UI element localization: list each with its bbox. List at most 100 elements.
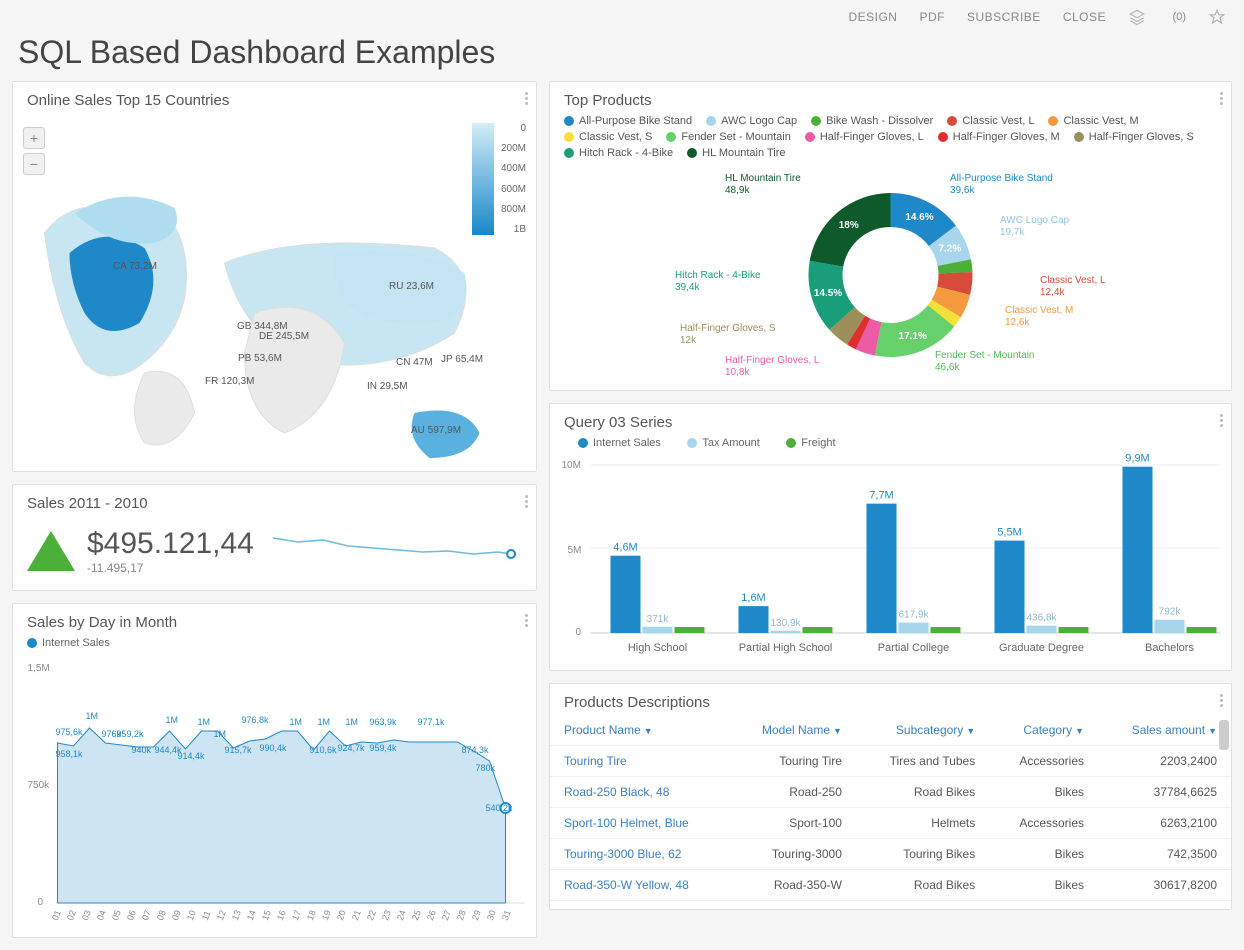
panel-kpi: Sales 2011 - 2010 $495.121,44 -11.495,17 (12, 484, 537, 591)
kpi-delta: -11.495,17 (87, 561, 254, 575)
svg-text:5,5M: 5,5M (997, 527, 1021, 539)
nav-close[interactable]: CLOSE (1063, 10, 1106, 24)
col-subcategory[interactable]: Subcategory▼ (856, 715, 989, 746)
svg-text:1M: 1M (198, 717, 211, 727)
cell-subcat: Road Bikes (856, 777, 989, 808)
col-model-name[interactable]: Model Name▼ (729, 715, 856, 746)
cell-product[interactable]: Touring-3000 Blue, 62 (550, 839, 729, 870)
cell-cat: Accessories (989, 746, 1098, 777)
cell-product[interactable]: Sport-100 Helmet, Blue (550, 808, 729, 839)
panel-table: Products Descriptions Product Name▼ Mode… (549, 683, 1232, 910)
svg-text:910,6k: 910,6k (310, 745, 338, 755)
nav-design[interactable]: DESIGN (848, 10, 897, 24)
cell-subcat: Road Bikes (856, 870, 989, 901)
svg-text:10: 10 (185, 909, 198, 922)
nav-pdf[interactable]: PDF (919, 10, 945, 24)
svg-text:0: 0 (576, 627, 582, 638)
svg-text:Graduate Degree: Graduate Degree (999, 642, 1084, 654)
donut-chart[interactable]: 14.6%7.2%17.1%14.5%18% All-Purpose Bike … (550, 165, 1231, 385)
map-title: Online Sales Top 15 Countries (13, 82, 536, 113)
svg-text:29: 29 (470, 909, 483, 922)
comments-icon[interactable]: (0) (1168, 8, 1186, 26)
legend-item: Bike Wash - Dissolver (811, 115, 933, 127)
svg-text:540,2k: 540,2k (486, 803, 514, 813)
svg-text:963,9k: 963,9k (370, 717, 398, 727)
panel-menu-icon[interactable] (1220, 692, 1223, 709)
cell-product[interactable]: Touring Tire (550, 746, 729, 777)
svg-text:977,1k: 977,1k (418, 717, 446, 727)
svg-text:1M: 1M (318, 717, 331, 727)
map-label: AU 597,9M (411, 425, 461, 436)
svg-text:11: 11 (200, 909, 213, 921)
panel-area-chart: Sales by Day in Month Internet Sales 1,5… (12, 603, 537, 938)
svg-text:04: 04 (95, 909, 108, 922)
svg-text:26: 26 (425, 909, 438, 922)
cell-amount: 742,3500 (1098, 839, 1231, 870)
svg-text:617,9k: 617,9k (898, 610, 929, 621)
cell-model: Sport-100 (729, 808, 856, 839)
sort-icon: ▼ (644, 726, 653, 736)
panel-menu-icon[interactable] (1220, 412, 1223, 429)
zoom-in-button[interactable]: + (23, 127, 45, 149)
svg-text:940k: 940k (132, 745, 152, 755)
nav-subscribe[interactable]: SUBSCRIBE (967, 10, 1041, 24)
svg-text:1M: 1M (86, 711, 99, 721)
svg-text:25: 25 (410, 909, 423, 922)
cell-cat: Bikes (989, 870, 1098, 901)
col-sales-amount[interactable]: Sales amount▼ (1098, 715, 1231, 746)
svg-text:17.1%: 17.1% (899, 331, 927, 342)
sort-icon: ▼ (1075, 726, 1084, 736)
panel-menu-icon[interactable] (1220, 90, 1223, 107)
svg-text:874,3k: 874,3k (462, 745, 490, 755)
bar-chart[interactable]: 10M 5M 0 4,6M371kHigh School1,6M130,9kPa… (550, 453, 1231, 663)
cell-product[interactable]: Road-350-W Yellow, 48 (550, 870, 729, 901)
slice-label: Classic Vest, L12,4k (1040, 275, 1106, 299)
svg-text:07: 07 (140, 909, 153, 922)
panel-menu-icon[interactable] (525, 612, 528, 629)
table-row[interactable]: Touring TireTouring TireTires and TubesA… (550, 746, 1231, 777)
cell-model: Road-350-W (729, 870, 856, 901)
panel-menu-icon[interactable] (525, 90, 528, 107)
cell-model: Touring-3000 (729, 839, 856, 870)
cell-amount: 6263,2100 (1098, 808, 1231, 839)
svg-text:12: 12 (215, 909, 228, 922)
scrollbar[interactable] (1219, 720, 1229, 750)
star-icon[interactable] (1208, 8, 1226, 26)
slice-label: HL Mountain Tire48,9k (725, 173, 801, 197)
svg-text:14.6%: 14.6% (905, 212, 933, 223)
map-label: PB 53,6M (238, 353, 282, 364)
table-row[interactable]: Touring-3000 Blue, 62Touring-3000Touring… (550, 839, 1231, 870)
world-map[interactable]: + − 0 200M 400M 600M 800M 1B (13, 113, 536, 471)
map-label: CA 73,2M (113, 261, 157, 272)
map-label: IN 29,5M (367, 381, 408, 392)
svg-text:27: 27 (440, 909, 453, 922)
page-title: SQL Based Dashboard Examples (0, 34, 1244, 81)
svg-text:High School: High School (628, 642, 687, 654)
panel-bar-chart: Query 03 Series Internet Sales Tax Amoun… (549, 403, 1232, 671)
legend-item: Half-Finger Gloves, S (1074, 131, 1194, 143)
table-row[interactable]: Road-350-W Yellow, 48Road-350-WRoad Bike… (550, 870, 1231, 901)
col-product-name[interactable]: Product Name▼ (550, 715, 729, 746)
legend-item: Internet Sales (578, 437, 661, 449)
cell-cat: Accessories (989, 808, 1098, 839)
cell-product[interactable]: Road-250 Black, 48 (550, 777, 729, 808)
svg-text:18%: 18% (839, 220, 859, 231)
legend-item: Fender Set - Mountain (666, 131, 790, 143)
map-canvas[interactable] (13, 113, 536, 471)
svg-text:7,7M: 7,7M (869, 490, 893, 502)
svg-text:06: 06 (125, 909, 138, 922)
svg-text:371k: 371k (647, 614, 670, 625)
panel-menu-icon[interactable] (525, 493, 528, 510)
layers-icon[interactable] (1128, 8, 1146, 26)
map-label: FR 120,3M (205, 376, 254, 387)
col-category[interactable]: Category▼ (989, 715, 1098, 746)
zoom-out-button[interactable]: − (23, 153, 45, 175)
svg-text:31: 31 (500, 909, 513, 922)
table-row[interactable]: Sport-100 Helmet, BlueSport-100HelmetsAc… (550, 808, 1231, 839)
cell-cat: Bikes (989, 839, 1098, 870)
svg-text:09: 09 (170, 909, 183, 922)
svg-text:976,8k: 976,8k (242, 715, 270, 725)
svg-text:436,8k: 436,8k (1026, 613, 1057, 624)
table-row[interactable]: Road-250 Black, 48Road-250Road BikesBike… (550, 777, 1231, 808)
area-chart[interactable]: 1,5M 750k 0 975,6k 958,1k 1M 976k 959,2k… (13, 653, 536, 933)
